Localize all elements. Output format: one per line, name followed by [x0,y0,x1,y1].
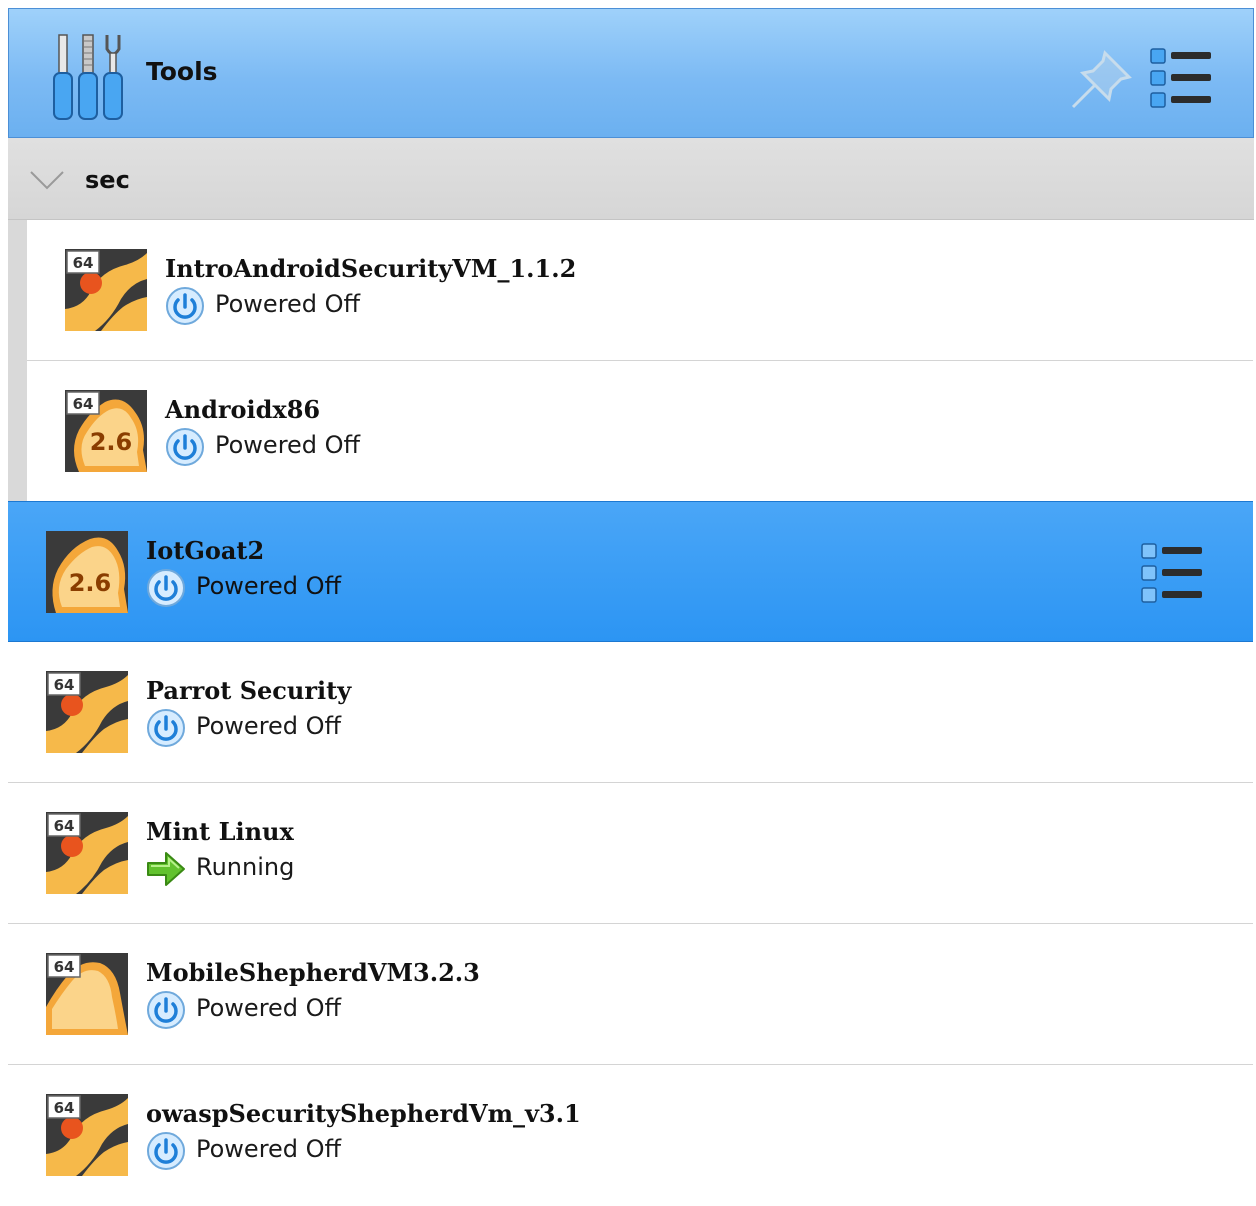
vm-name: owaspSecurityShepherdVm_v3.1 [146,1099,581,1128]
vm-name: Parrot Security [146,676,352,705]
menu-icon[interactable] [1140,542,1204,604]
other-linux-64-icon: 64 [46,953,128,1035]
linux-64-icon: 64 [46,812,128,894]
group-gutter [8,220,27,501]
arch-badge: 64 [73,395,94,413]
menu-icon[interactable] [1149,47,1213,109]
linux-64-icon: 64 [46,671,128,753]
vm-name: Mint Linux [146,817,294,846]
tools-icon [53,34,123,120]
vm-state: Powered Off [196,712,342,740]
arch-badge: 64 [54,676,75,694]
vm-name: IntroAndroidSecurityVM_1.1.2 [165,254,577,283]
vm-name: IotGoat2 [146,536,265,565]
chevron-down-icon[interactable] [28,168,66,192]
vm-state: Powered Off [196,572,342,600]
vm-list-item[interactable]: 64 MobileShepherdVM3.2.3 Powered Off [8,924,1253,1065]
linux26-icon: 2.6 [46,531,128,613]
vm-list-item[interactable]: 64 IntroAndroidSecurityVM_1.1.2 Powered … [27,220,1253,361]
linux-64-icon: 64 [65,249,147,331]
vm-state: Powered Off [196,1135,342,1163]
power-off-icon [147,991,185,1029]
vm-list-item[interactable]: 64 Mint Linux Running [8,783,1253,924]
vm-list-item-selected[interactable]: 2.6 IotGoat2 Powered Off [8,501,1253,642]
vm-list-panel: Tools sec 64 IntroAndroidSecurityVM_1.1.… [0,0,1256,1206]
vm-state: Running [196,853,295,881]
linux26-64-icon: 64 2.6 [65,390,147,472]
arch-badge: 64 [73,254,94,272]
vm-list-item[interactable]: 64 Parrot Security Powered Off [8,642,1253,783]
group-title: sec [85,166,130,194]
running-arrow-icon [147,852,185,886]
vm-state: Powered Off [196,994,342,1022]
vm-name: Androidx86 [165,395,321,424]
arch-badge: 64 [54,958,75,976]
power-off-icon [147,709,185,747]
linux-64-icon: 64 [46,1094,128,1176]
vm-list-item[interactable]: 64 owaspSecurityShepherdVm_v3.1 Powered … [8,1065,1253,1206]
vm-list-item[interactable]: 64 2.6 Androidx86 Powered Off [27,361,1253,502]
power-off-icon [166,428,204,466]
tools-title: Tools [146,57,218,86]
arch-badge: 64 [54,817,75,835]
os-version-badge: 2.6 [69,569,112,597]
power-off-icon [166,287,204,325]
power-off-icon [147,569,185,607]
power-off-icon [147,1132,185,1170]
vm-state: Powered Off [215,290,361,318]
tools-item[interactable]: Tools [8,8,1254,138]
pin-icon[interactable] [1067,45,1137,115]
vm-state: Powered Off [215,431,361,459]
arch-badge: 64 [54,1099,75,1117]
os-version-badge: 2.6 [90,428,133,456]
group-header-sec[interactable]: sec [8,138,1254,220]
vm-name: MobileShepherdVM3.2.3 [146,958,480,987]
